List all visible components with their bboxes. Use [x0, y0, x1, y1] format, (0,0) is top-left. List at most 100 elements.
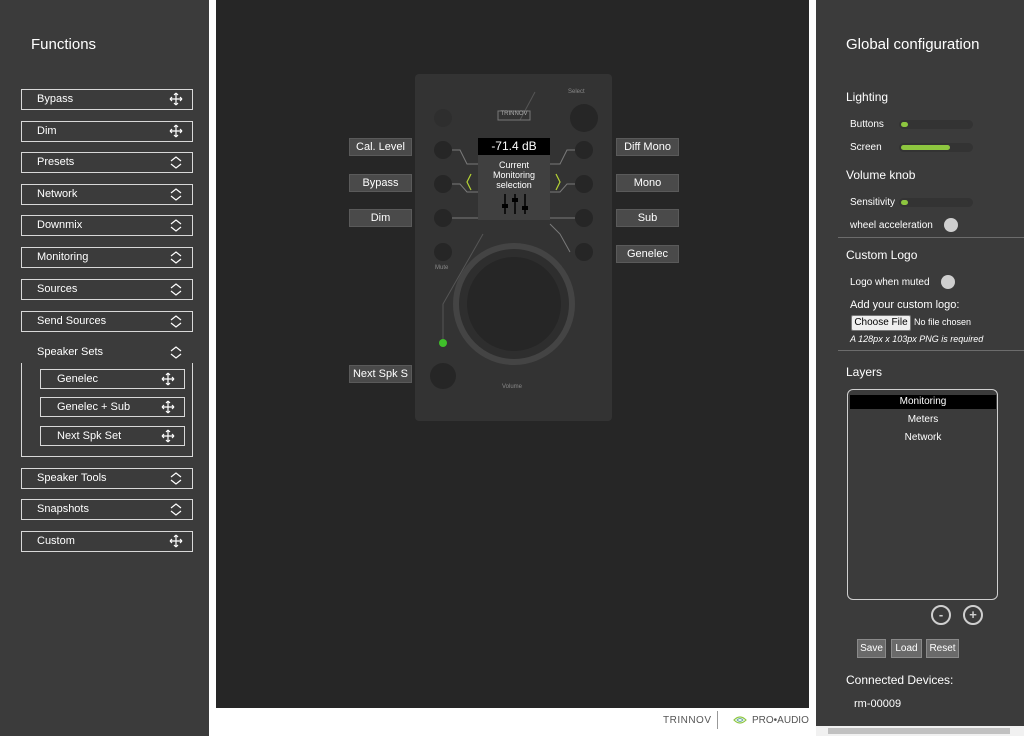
screen-brightness-fill [901, 145, 950, 150]
speaker-set-label: Next Spk Set [57, 430, 122, 442]
remove-layer-button[interactable]: - [931, 605, 951, 625]
function-bypass-button[interactable]: Bypass [21, 89, 193, 110]
function-label: Presets [37, 156, 75, 168]
function-speaker-tools-button[interactable]: Speaker Tools [21, 468, 193, 489]
scrollbar-thumb[interactable] [828, 728, 1010, 734]
function-label: Network [37, 188, 78, 200]
screen-line: selection [496, 180, 532, 190]
function-dim-button[interactable]: Dim [21, 121, 193, 142]
move-icon [161, 372, 175, 386]
sensitivity-fill [901, 200, 908, 205]
buttons-brightness-label: Buttons [850, 119, 884, 130]
screen-caption: Current Monitoring selection [478, 160, 550, 190]
sensitivity-slider[interactable] [899, 198, 973, 207]
mute-label: Mute [435, 265, 449, 271]
expand-icon [170, 346, 182, 359]
function-snapshots-button[interactable]: Snapshots [21, 499, 193, 520]
section-divider [838, 237, 1024, 238]
next-spk-button[interactable]: Next Spk S [349, 365, 412, 383]
genelec-button[interactable]: Genelec [616, 245, 679, 263]
diff-mono-button[interactable]: Diff Mono [616, 138, 679, 156]
add-layer-button[interactable]: + [963, 605, 983, 625]
choose-file-button[interactable]: Choose File [851, 315, 911, 331]
wheel-acceleration-label: wheel acceleration [850, 220, 933, 231]
mono-button[interactable]: Mono [616, 174, 679, 192]
function-network-button[interactable]: Network [21, 184, 193, 205]
sub-button[interactable]: Sub [616, 209, 679, 227]
device-graphics [430, 91, 598, 389]
bypass-button[interactable]: Bypass [349, 174, 412, 192]
move-icon [161, 429, 175, 443]
speaker-set-label: Genelec [57, 373, 98, 385]
move-icon [169, 534, 183, 548]
function-label: Send Sources [37, 315, 107, 327]
expand-icon [170, 283, 182, 296]
volume-knob-heading: Volume knob [846, 168, 916, 182]
save-button[interactable]: Save [857, 639, 886, 658]
expand-icon [170, 472, 182, 485]
speaker-set-next-button[interactable]: Next Spk Set [40, 426, 185, 446]
logo-hint: A 128px x 103px PNG is required [850, 334, 984, 344]
expand-icon [170, 251, 182, 264]
function-label: Speaker Tools [37, 472, 107, 484]
select-label: Select [568, 89, 585, 95]
function-sources-button[interactable]: Sources [21, 279, 193, 300]
add-logo-label: Add your custom logo: [850, 299, 960, 311]
wheel-acceleration-toggle[interactable] [944, 218, 958, 232]
function-label: Bypass [37, 93, 74, 105]
footer-product: PRO•AUDIO [752, 715, 809, 726]
function-label: Dim [37, 125, 57, 137]
lighting-heading: Lighting [846, 90, 889, 104]
footer-brand: TRINNOV [663, 715, 712, 726]
connected-devices-heading: Connected Devices: [846, 673, 954, 687]
reset-button[interactable]: Reset [926, 639, 959, 658]
footer-divider [717, 711, 718, 729]
function-custom-button[interactable]: Custom [21, 531, 193, 552]
no-file-text: No file chosen [914, 317, 972, 327]
functions-title: Functions [31, 36, 97, 53]
custom-logo-heading: Custom Logo [846, 248, 918, 262]
buttons-brightness-fill [901, 122, 908, 127]
logo-when-muted-label: Logo when muted [850, 277, 930, 288]
function-send-sources-button[interactable]: Send Sources [21, 311, 193, 332]
speaker-set-genelec-sub-button[interactable]: Genelec + Sub [40, 397, 185, 417]
move-icon [169, 92, 183, 106]
function-monitoring-button[interactable]: Monitoring [21, 247, 193, 268]
connected-device-item: rm-00009 [854, 698, 902, 710]
function-label: Monitoring [37, 251, 89, 263]
move-icon [169, 124, 183, 138]
device-brand: TRINNOV [500, 111, 528, 117]
function-label: Custom [37, 535, 75, 547]
screen-brightness-label: Screen [850, 142, 882, 153]
logo-when-muted-toggle[interactable] [941, 275, 955, 289]
layers-heading: Layers [846, 365, 883, 379]
footer-bar [209, 708, 816, 736]
function-label: Sources [37, 283, 78, 295]
cal-level-button[interactable]: Cal. Level [349, 138, 412, 156]
speaker-set-genelec-button[interactable]: Genelec [40, 369, 185, 389]
section-divider [838, 350, 1024, 351]
volume-label: Volume [502, 384, 523, 390]
expand-icon [170, 503, 182, 516]
speaker-sets-button[interactable]: Speaker Sets [21, 342, 193, 363]
screen-line: Monitoring [492, 170, 536, 180]
function-label: Speaker Sets [37, 346, 104, 358]
dim-button[interactable]: Dim [349, 209, 412, 227]
buttons-brightness-slider[interactable] [899, 120, 973, 129]
sensitivity-label: Sensitivity [850, 197, 896, 208]
pro-audio-logo-icon [733, 716, 747, 724]
expand-icon [170, 156, 182, 169]
function-downmix-button[interactable]: Downmix [21, 215, 193, 236]
speaker-set-label: Genelec + Sub [57, 401, 131, 413]
layer-item-network[interactable]: Network [850, 431, 996, 445]
layer-item-monitoring[interactable]: Monitoring [850, 395, 996, 409]
move-icon [161, 400, 175, 414]
screen-db-value: -71.4 dB [478, 138, 550, 155]
global-config-title: Global configuration [846, 36, 980, 53]
function-label: Downmix [37, 219, 83, 231]
function-presets-button[interactable]: Presets [21, 152, 193, 173]
screen-line: Current [498, 160, 529, 170]
load-button[interactable]: Load [891, 639, 922, 658]
layer-item-meters[interactable]: Meters [850, 413, 996, 427]
expand-icon [170, 315, 182, 328]
